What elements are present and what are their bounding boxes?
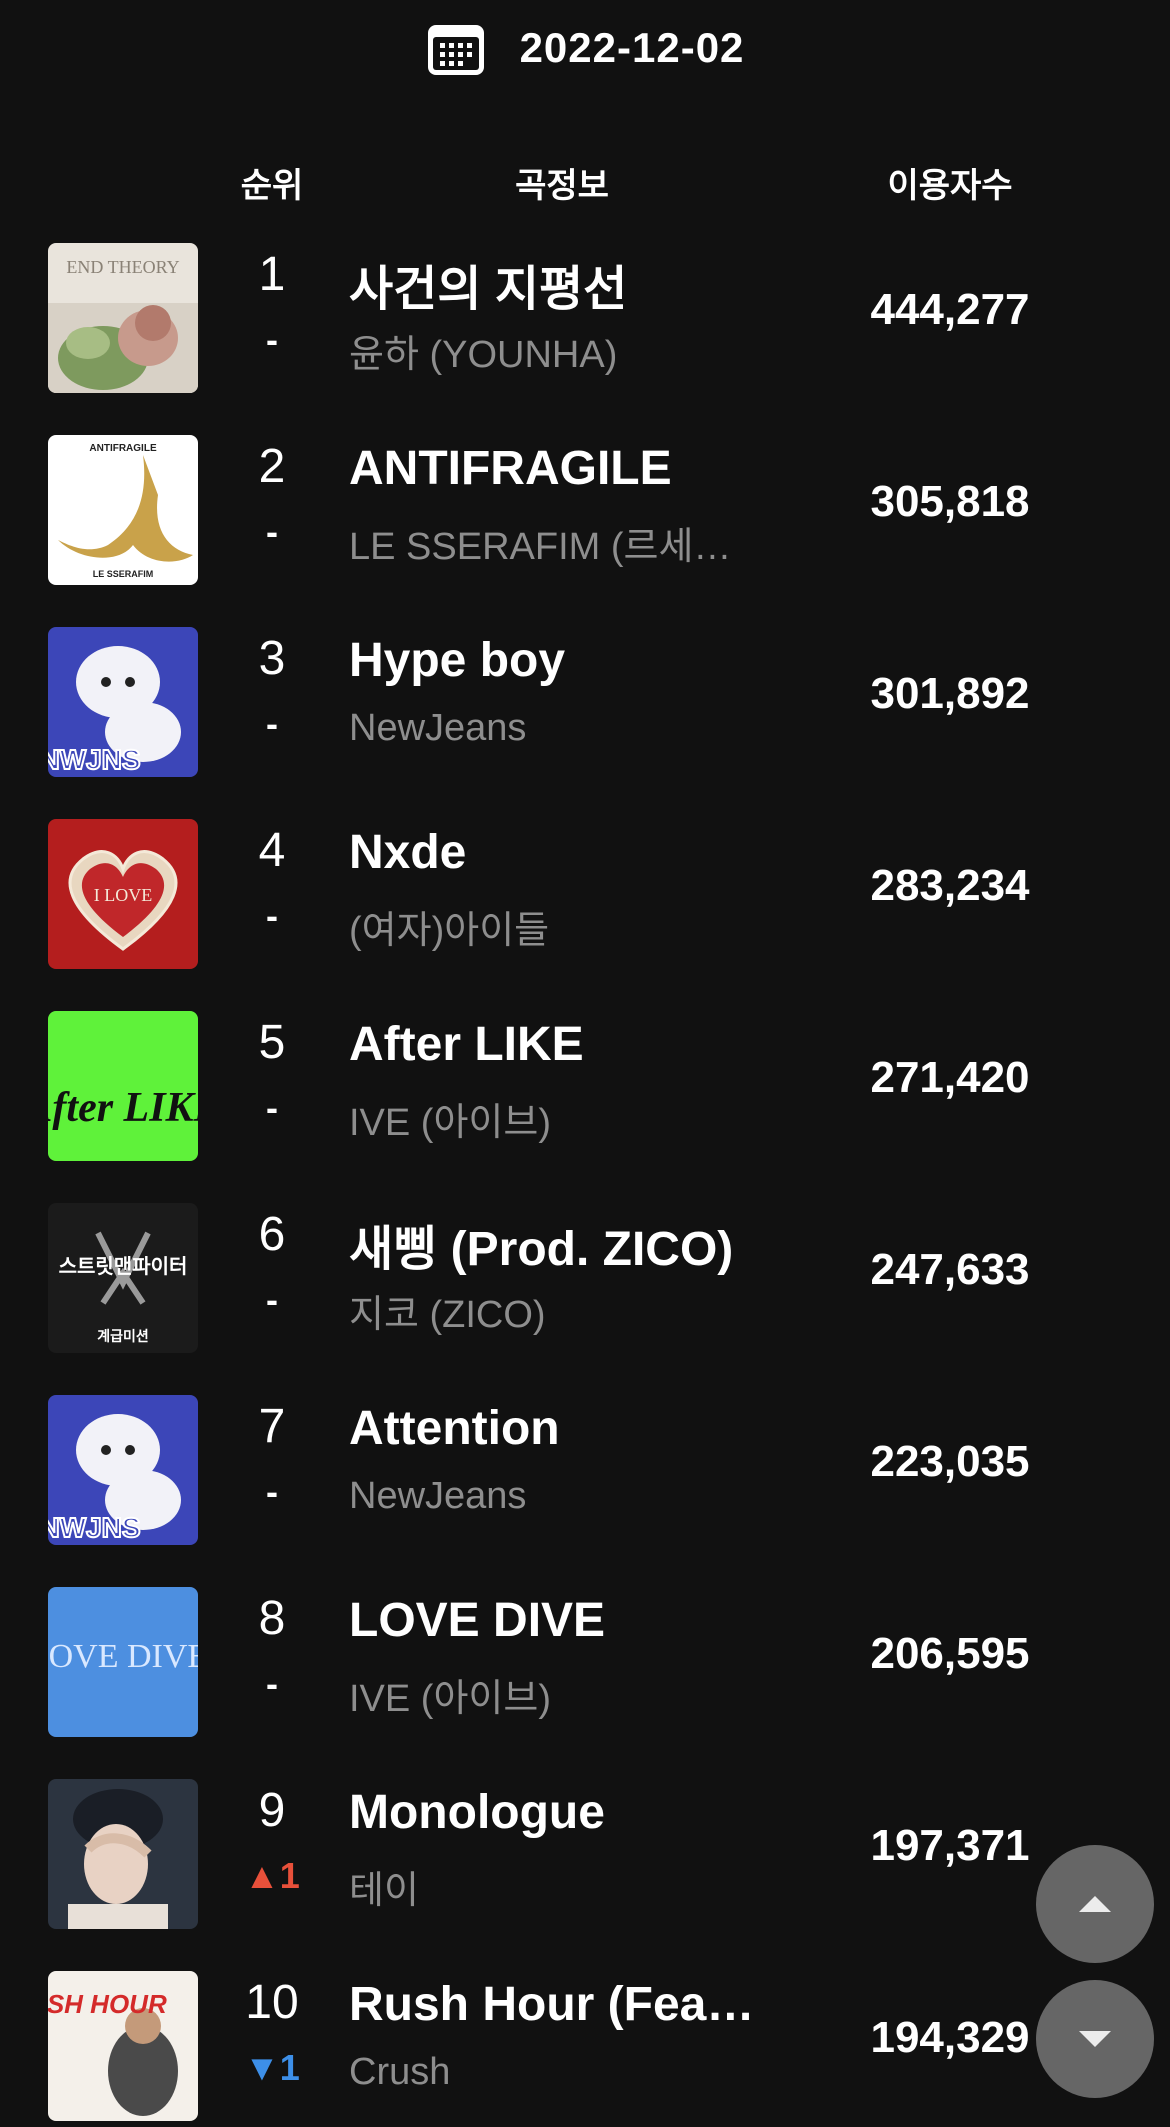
date-bar[interactable]: 2022-12-02 xyxy=(0,0,1170,96)
listener-count: 283,234 xyxy=(870,861,1030,910)
song-row[interactable]: I LOVE 4 - Nxde (여자)아이들 283,234 xyxy=(0,819,1170,969)
listeners-column-header: 이용자수 xyxy=(887,167,1013,205)
song-title[interactable]: Monologue xyxy=(349,1785,759,1840)
rank: 3 xyxy=(258,632,286,685)
rank-change: - xyxy=(266,1471,278,1512)
cover-text: ANTIFRAGILE xyxy=(89,443,157,454)
cover-text: LOVE DIVE xyxy=(48,1638,198,1675)
rank: 2 xyxy=(258,440,286,493)
artist-name[interactable]: 테이 xyxy=(349,1859,759,1914)
song-row[interactable]: 9 ▲1 Monologue 테이 197,371 xyxy=(0,1779,1170,1929)
rank: 4 xyxy=(258,824,286,877)
artist-name[interactable]: NewJeans xyxy=(349,1475,759,1518)
album-cover: RUSH HOUR xyxy=(48,1971,198,2121)
song-title[interactable]: LOVE DIVE xyxy=(349,1593,759,1648)
cover-text-secondary: 계급미션 xyxy=(97,1328,149,1344)
song-title[interactable]: Nxde xyxy=(349,825,759,880)
chart-date[interactable]: 2022-12-02 xyxy=(520,24,745,72)
song-row[interactable]: END THEORY 1 - 사건의 지평선 윤하 (YOUNHA) 444,2… xyxy=(0,243,1170,393)
song-title[interactable]: ANTIFRAGILE xyxy=(349,441,759,496)
artist-name[interactable]: 지코 (ZICO) xyxy=(349,1283,759,1338)
album-cover: NWJNS xyxy=(48,1395,198,1545)
listener-count: 197,371 xyxy=(870,1821,1030,1870)
song-title[interactable]: Rush Hour (Feat. j-hope of BTS) xyxy=(349,1977,759,2032)
song-info-column-header: 곡정보 xyxy=(515,167,609,205)
cover-text: I LOVE xyxy=(94,885,152,905)
album-cover: 스트릿맨파이터 계급미션 xyxy=(48,1203,198,1353)
caret-down-icon xyxy=(1079,2031,1111,2047)
album-cover xyxy=(48,1779,198,1929)
album-cover: I LOVE xyxy=(48,819,198,969)
song-title[interactable]: Hype boy xyxy=(349,633,759,688)
album-cover: NWJNS xyxy=(48,627,198,777)
album-cover: END THEORY xyxy=(48,243,198,393)
rank: 6 xyxy=(258,1208,286,1261)
scroll-down-button[interactable] xyxy=(1036,1980,1154,2098)
column-header: 순위 곡정보 이용자수 xyxy=(0,140,1170,222)
album-cover: LOVE DIVE xyxy=(48,1587,198,1737)
rank: 9 xyxy=(258,1784,286,1837)
song-row[interactable]: NWJNS 3 - Hype boy NewJeans 301,892 xyxy=(0,627,1170,777)
listener-count: 271,420 xyxy=(870,1053,1030,1102)
artist-name[interactable]: (여자)아이들 xyxy=(349,899,759,954)
listener-count: 223,035 xyxy=(870,1437,1030,1486)
artist-name[interactable]: IVE (아이브) xyxy=(349,1667,759,1722)
listener-count: 206,595 xyxy=(870,1629,1030,1678)
rank-column-header: 순위 xyxy=(240,167,304,205)
cover-text: NWJNS xyxy=(48,1512,141,1543)
rank: 1 xyxy=(258,248,286,301)
song-title[interactable]: After LIKE xyxy=(349,1017,759,1072)
cover-text-secondary: LE SSERAFIM xyxy=(93,569,154,579)
song-row[interactable]: RUSH HOUR 10 ▼1 Rush Hour (Feat. j-hope … xyxy=(0,1971,1170,2121)
listener-count: 301,892 xyxy=(870,669,1030,718)
rank-change: ▼1 xyxy=(244,2047,300,2088)
artist-name[interactable]: IVE (아이브) xyxy=(349,1091,759,1146)
listener-count: 247,633 xyxy=(870,1245,1030,1294)
scroll-up-button[interactable] xyxy=(1036,1845,1154,1963)
song-row[interactable]: LOVE DIVE 8 - LOVE DIVE IVE (아이브) 206,59… xyxy=(0,1587,1170,1737)
rank-change: - xyxy=(266,703,278,744)
cover-text: RUSH HOUR xyxy=(48,1989,167,2019)
artist-name[interactable]: NewJeans xyxy=(349,707,759,750)
song-title[interactable]: 새삥 (Prod. ZICO) xyxy=(349,1209,759,1279)
rank: 5 xyxy=(258,1016,286,1069)
song-row[interactable]: 스트릿맨파이터 계급미션 6 - 새삥 (Prod. ZICO) 지코 (ZIC… xyxy=(0,1203,1170,1353)
rank-change: - xyxy=(266,1279,278,1320)
song-row[interactable]: NWJNS 7 - Attention NewJeans 223,035 xyxy=(0,1395,1170,1545)
artist-name[interactable]: Crush xyxy=(349,2051,759,2094)
song-row[interactable]: After LIKE 5 - After LIKE IVE (아이브) 271,… xyxy=(0,1011,1170,1161)
album-cover: ANTIFRAGILE LE SSERAFIM xyxy=(48,435,198,585)
rank-change: ▲1 xyxy=(244,1855,300,1896)
listener-count: 444,277 xyxy=(870,285,1030,334)
rank: 10 xyxy=(245,1976,299,2029)
song-title[interactable]: 사건의 지평선 xyxy=(349,249,759,319)
rank-change: - xyxy=(266,1087,278,1128)
rank-change: - xyxy=(266,1663,278,1704)
calendar-icon[interactable] xyxy=(426,19,486,77)
cover-text: After LIKE xyxy=(48,1085,198,1131)
caret-up-icon xyxy=(1079,1896,1111,1912)
cover-text: 스트릿맨파이터 xyxy=(59,1255,188,1278)
artist-name[interactable]: 윤하 (YOUNHA) xyxy=(349,323,759,378)
rank: 7 xyxy=(258,1400,286,1453)
listener-count: 305,818 xyxy=(870,477,1030,526)
listener-count: 194,329 xyxy=(870,2013,1030,2062)
rank: 8 xyxy=(258,1592,286,1645)
rank-change: - xyxy=(266,895,278,936)
rank-change: - xyxy=(266,511,278,552)
album-cover: After LIKE xyxy=(48,1011,198,1161)
song-title[interactable]: Attention xyxy=(349,1401,759,1456)
artist-name[interactable]: LE SSERAFIM (르세라핌) xyxy=(349,515,759,570)
rank-change: - xyxy=(266,319,278,360)
cover-text: NWJNS xyxy=(48,744,141,775)
cover-text: END THEORY xyxy=(66,257,179,277)
song-row[interactable]: ANTIFRAGILE LE SSERAFIM 2 - ANTIFRAGILE … xyxy=(0,435,1170,585)
